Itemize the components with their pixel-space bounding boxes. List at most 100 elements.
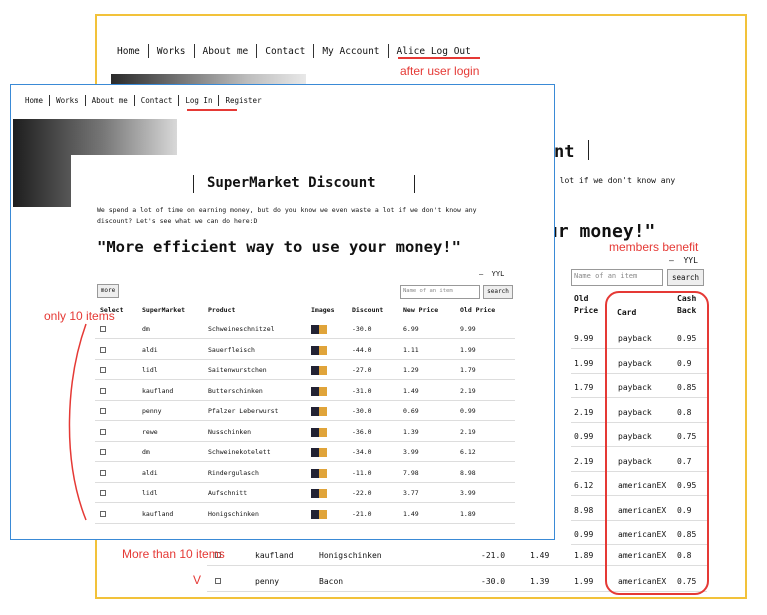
- nav-contact[interactable]: Contact: [257, 46, 313, 57]
- search-input[interactable]: Name of an item: [400, 285, 480, 299]
- old-price-cell: 8.98: [460, 468, 476, 477]
- new-price-cell: 0.69: [403, 407, 419, 415]
- title-divider-left: [193, 175, 194, 193]
- table-row-divider: [95, 399, 515, 401]
- product-cell: Nusschinken: [208, 427, 252, 436]
- supermarket-cell: penny: [142, 407, 162, 415]
- product-cell: Pfalzer Leberwurst: [208, 407, 279, 415]
- new-price-cell: 1.49: [403, 509, 419, 518]
- nav-about[interactable]: About me: [195, 46, 257, 57]
- members-benefit-highlight: [605, 291, 709, 595]
- nav-home[interactable]: Home: [117, 46, 148, 57]
- search-input[interactable]: Name of an item: [571, 269, 663, 286]
- table-row-divider: [95, 502, 515, 503]
- nav-works[interactable]: Works: [50, 96, 85, 105]
- row-select-checkbox[interactable]: [100, 367, 106, 373]
- nav-home[interactable]: Home: [19, 96, 49, 105]
- header-old-price: Old Price: [574, 294, 599, 315]
- table-row-divider: [95, 522, 515, 524]
- product-cell: Schweinekotelett: [208, 448, 271, 456]
- nav-logout[interactable]: Alice Log Out: [389, 46, 479, 57]
- product-cell: Saitenwurstchen: [208, 366, 267, 374]
- discount-cell: -21.0: [352, 509, 372, 518]
- new-price-cell: 7.98: [403, 468, 419, 477]
- discount-cell: -22.0: [352, 489, 372, 497]
- slogan-fragment: ur money!": [547, 221, 656, 242]
- supermarket-cell: lidl: [142, 366, 158, 374]
- supermarket-cell: kaufland: [142, 386, 174, 395]
- old-price-cell: 1.99: [574, 358, 594, 368]
- more-button[interactable]: more: [97, 284, 119, 298]
- row-select-checkbox[interactable]: [100, 469, 106, 476]
- table-row-divider: [95, 338, 515, 339]
- old-price-cell: 3.99: [460, 489, 476, 497]
- row-select-checkbox[interactable]: [100, 387, 106, 394]
- row-select-checkbox[interactable]: [100, 449, 106, 455]
- row-select-checkbox[interactable]: [100, 408, 106, 414]
- annotation-v-mark: V: [193, 573, 202, 587]
- table-row-divider: [95, 440, 515, 442]
- product-cell: Bacon: [319, 577, 344, 586]
- guest-nav: Home Works About me Contact Log In Regis…: [19, 95, 268, 106]
- discount-cell: -30.0: [352, 325, 372, 333]
- product-image-icon: [311, 489, 327, 498]
- old-price-cell: 2.19: [460, 427, 476, 436]
- nav-login[interactable]: Log In: [179, 96, 218, 105]
- member-nav: Home Works About me Contact My Account A…: [117, 44, 479, 58]
- product-cell: Butterschinken: [208, 386, 263, 395]
- header-discount: Discount: [352, 306, 384, 314]
- new-price-cell: 1.11: [403, 345, 419, 354]
- nav-contact[interactable]: Contact: [135, 96, 179, 105]
- row-select-checkbox[interactable]: [215, 578, 221, 584]
- supermarket-cell: lidl: [142, 489, 158, 497]
- nav-works[interactable]: Works: [149, 46, 194, 57]
- discount-cell: -30.0: [481, 577, 506, 586]
- old-price-cell: 1.99: [460, 345, 476, 354]
- search-button[interactable]: search: [667, 269, 704, 286]
- header-new-price: New Price: [403, 306, 439, 314]
- search-button[interactable]: search: [483, 285, 513, 299]
- old-price-cell: 9.99: [460, 325, 476, 333]
- row-select-checkbox[interactable]: [100, 428, 106, 435]
- old-price-cell: 0.99: [460, 407, 476, 415]
- row-select-checkbox[interactable]: [100, 510, 106, 517]
- page-title-fragment: nt: [554, 142, 575, 162]
- new-price-cell: 1.39: [403, 427, 419, 436]
- header-supermarket: SuperMarket: [142, 306, 186, 314]
- title-divider: [588, 140, 589, 160]
- product-cell: Honigschinken: [208, 509, 259, 518]
- discount-cell: -11.0: [352, 468, 372, 477]
- product-cell: Rindergulasch: [208, 468, 259, 477]
- supermarket-cell: dm: [142, 448, 150, 456]
- nav-register[interactable]: Register: [219, 96, 267, 105]
- annotation-after-login: after user login: [400, 64, 480, 78]
- product-image-icon: [311, 427, 327, 437]
- annotation-more-than-10: More than 10 items: [122, 547, 225, 561]
- row-select-checkbox[interactable]: [100, 346, 106, 353]
- login-highlight-underline: [187, 109, 237, 111]
- product-image-icon: [311, 366, 327, 375]
- table-row-divider: [95, 358, 515, 360]
- old-price-cell: 1.79: [574, 383, 594, 392]
- old-price-cell: 0.99: [574, 432, 594, 441]
- product-image-icon: [311, 468, 327, 478]
- discount-cell: -30.0: [352, 407, 372, 415]
- product-image-icon: [311, 407, 327, 416]
- old-price-cell: 1.79: [460, 366, 476, 374]
- logout-highlight-underline: [398, 57, 480, 59]
- discount-cell: -34.0: [352, 448, 372, 456]
- product-cell: Sauerfleisch: [208, 345, 255, 354]
- discount-cell: -21.0: [481, 551, 506, 560]
- supermarket-cell: kaufland: [255, 551, 294, 560]
- old-price-cell: 1.99: [574, 577, 594, 586]
- new-price-cell: 1.49: [403, 386, 419, 395]
- new-price-cell: 3.77: [403, 489, 419, 497]
- row-select-checkbox[interactable]: [100, 326, 106, 332]
- row-select-checkbox[interactable]: [100, 490, 106, 496]
- nav-about[interactable]: About me: [86, 96, 134, 105]
- header-images: Images: [311, 306, 335, 314]
- discount-cell: -27.0: [352, 366, 372, 374]
- curly-bracket-annotation: [68, 323, 87, 521]
- old-price-cell: 6.12: [574, 481, 594, 490]
- nav-my-account[interactable]: My Account: [314, 46, 387, 57]
